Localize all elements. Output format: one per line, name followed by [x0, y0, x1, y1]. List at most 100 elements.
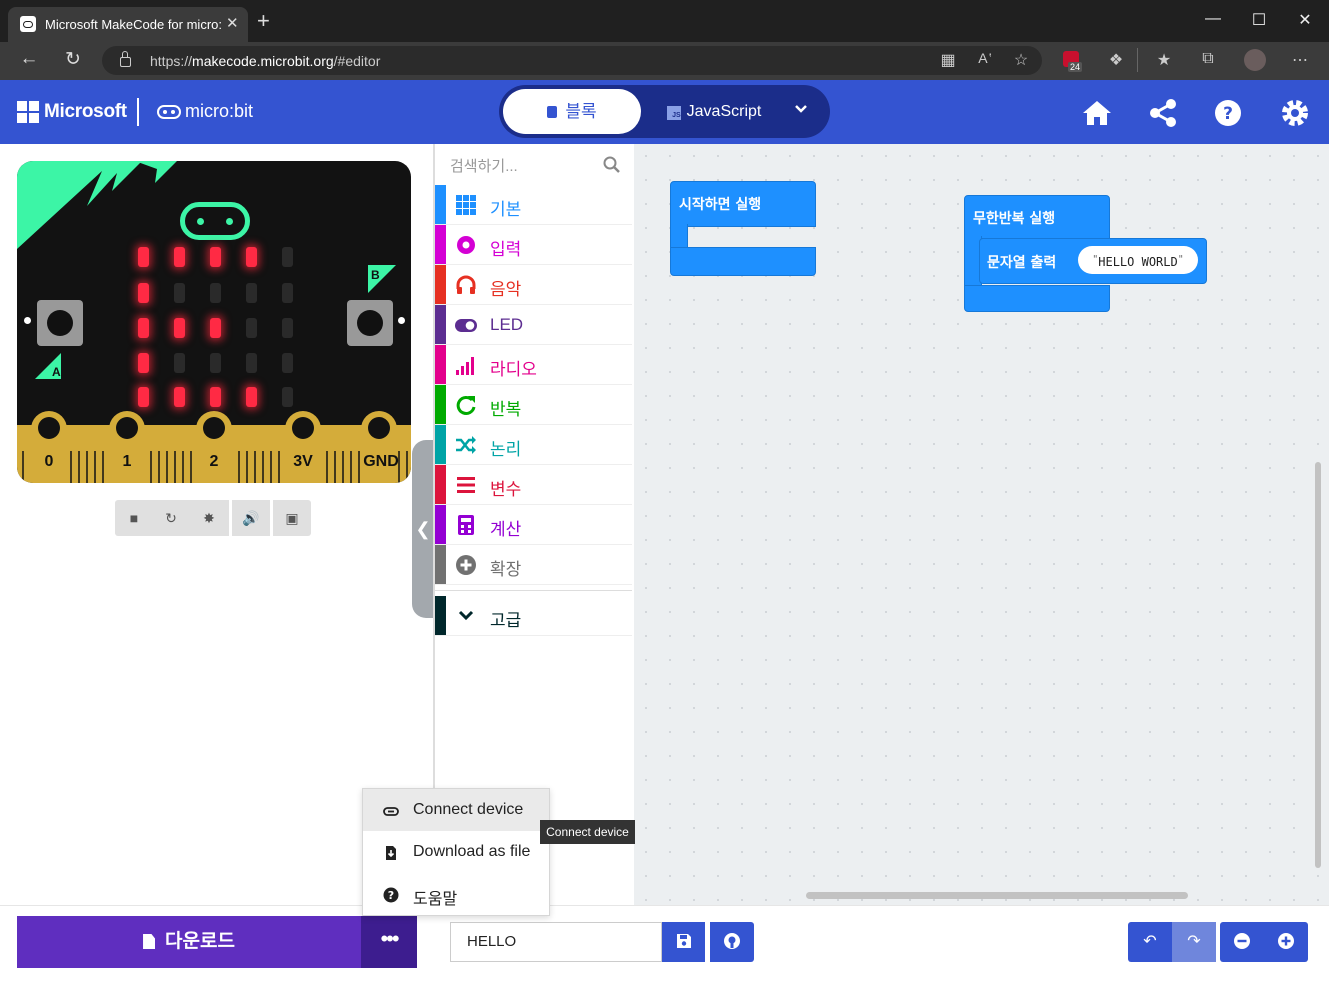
home-icon[interactable]	[1079, 95, 1115, 131]
category-label: 확장	[490, 560, 522, 579]
category-item[interactable]: 라디오	[435, 345, 632, 385]
pin-2[interactable]	[196, 411, 232, 459]
collapse-simulator-chevron-icon[interactable]: ❮	[412, 440, 434, 618]
favorites-icon[interactable]: ★	[1152, 50, 1176, 70]
forever-block[interactable]: 무한반복 실행	[964, 195, 1110, 239]
window-minimize-button[interactable]: —	[1193, 10, 1233, 28]
collections-icon[interactable]: ⧉	[1196, 50, 1220, 68]
on-start-block[interactable]: 시작하면 실행	[670, 181, 816, 227]
microbit-brand[interactable]: micro:bit	[185, 101, 253, 122]
download-button[interactable]: 다운로드	[17, 916, 361, 968]
blocks-tab-button[interactable]: 블록	[503, 89, 641, 134]
led-pixel	[138, 318, 149, 338]
led-pixel	[174, 283, 185, 303]
toolbox-search[interactable]: 검색하기...	[435, 144, 632, 184]
question-circle-icon: ?	[383, 887, 399, 903]
workspace-vertical-scrollbar[interactable]	[1315, 462, 1321, 868]
led-pixel	[210, 353, 221, 373]
pin-1[interactable]	[109, 411, 145, 459]
block-label: 시작하면 실행	[679, 197, 762, 213]
menu-item-connect-device[interactable]: Connect device	[363, 789, 549, 831]
category-label: 계산	[490, 520, 522, 539]
browser-tab[interactable]: Microsoft MakeCode for micro:bit ✕	[8, 7, 248, 42]
search-input[interactable]: 검색하기...	[450, 155, 518, 176]
mute-speaker-icon[interactable]: 🔊	[232, 500, 270, 536]
microbit-face-logo-icon	[180, 202, 250, 240]
profile-avatar[interactable]	[1244, 49, 1266, 71]
pin-gnd[interactable]	[361, 411, 397, 459]
github-icon[interactable]	[710, 922, 754, 962]
settings-gear-icon[interactable]	[1277, 95, 1313, 131]
block-label: 문자열 출력	[987, 255, 1057, 271]
fullscreen-icon[interactable]: ▣	[273, 500, 311, 536]
category-item[interactable]: 기본	[435, 185, 632, 225]
pin-label: 2	[209, 453, 219, 470]
button-a[interactable]	[37, 300, 83, 346]
workspace-horizontal-scrollbar[interactable]	[806, 892, 1188, 899]
led-pixel	[282, 247, 293, 267]
category-color-bar	[435, 596, 446, 635]
new-tab-button[interactable]: +	[257, 10, 270, 32]
string-value-input[interactable]: "HELLO WORLD"	[1078, 246, 1198, 274]
on-start-block-spine	[670, 224, 688, 248]
button-b-label-badge: B	[368, 265, 396, 293]
read-aloud-icon[interactable]: A ‛	[973, 50, 997, 66]
extension-badge: 24	[1068, 62, 1083, 72]
window-maximize-button[interactable]: ☐	[1239, 10, 1279, 30]
download-file-icon	[143, 934, 156, 949]
microbit-simulator-board[interactable]: A B 0 1 2 3V GND	[17, 161, 411, 483]
microsoft-brand[interactable]: Microsoft	[44, 101, 127, 123]
category-item[interactable]: 음악	[435, 265, 632, 305]
category-item[interactable]: 반복	[435, 385, 632, 425]
toggle-icon	[455, 314, 477, 336]
tab-title: Microsoft MakeCode for micro:bit	[45, 17, 221, 32]
editor-dropdown-chevron-icon[interactable]	[786, 100, 816, 124]
category-item[interactable]: 논리	[435, 425, 632, 465]
app-available-icon[interactable]: ▦	[936, 50, 960, 70]
undo-icon[interactable]: ↶	[1128, 922, 1172, 962]
category-item[interactable]: 계산	[435, 505, 632, 545]
toolbar-divider	[1137, 48, 1138, 72]
tab-close-icon[interactable]: ✕	[226, 14, 239, 32]
help-icon[interactable]: ?	[1210, 95, 1246, 131]
input-icon	[455, 234, 477, 256]
pin-3v[interactable]	[285, 411, 321, 459]
save-icon[interactable]	[662, 922, 705, 962]
window-close-button[interactable]: ✕	[1285, 10, 1325, 30]
category-item[interactable]: LED	[435, 305, 632, 345]
lock-icon	[120, 51, 131, 67]
category-color-bar	[435, 305, 446, 344]
back-arrow-icon[interactable]: ←	[15, 48, 43, 70]
redo-icon[interactable]: ↷	[1172, 922, 1216, 962]
button-b[interactable]	[347, 300, 393, 346]
led-pixel	[138, 353, 149, 373]
restart-icon[interactable]: ↻	[160, 500, 182, 536]
debug-bug-icon[interactable]: ✸	[198, 500, 220, 536]
share-icon[interactable]	[1145, 95, 1181, 131]
menu-item-help[interactable]: ? 도움말	[363, 873, 549, 915]
stop-icon[interactable]: ■	[123, 500, 145, 536]
block-label: 무한반복 실행	[973, 211, 1056, 227]
favorite-add-icon[interactable]: ☆	[1009, 50, 1033, 70]
zoom-in-icon[interactable]	[1264, 922, 1308, 962]
pin-0[interactable]	[31, 411, 67, 459]
category-item[interactable]: 입력	[435, 225, 632, 265]
reload-icon[interactable]: ↻	[59, 48, 87, 71]
category-label: 라디오	[490, 360, 537, 379]
category-advanced[interactable]: 고급	[435, 596, 632, 636]
category-color-bar	[435, 385, 446, 424]
category-item[interactable]: 확장	[435, 545, 632, 585]
menu-item-download-as-file[interactable]: Download as file	[363, 831, 549, 873]
menu-item-label: Connect device	[413, 801, 524, 818]
led-pixel	[138, 387, 149, 407]
zoom-out-icon[interactable]	[1220, 922, 1264, 962]
forever-block-footer	[964, 285, 1110, 312]
category-item[interactable]: 변수	[435, 465, 632, 505]
download-more-options-button[interactable]: •••	[361, 916, 417, 968]
led-pixel	[246, 318, 257, 338]
settings-more-icon[interactable]: ⋯	[1288, 50, 1312, 70]
address-bar[interactable]: https://makecode.microbit.org/#editor	[102, 46, 1042, 75]
project-name-input[interactable]: HELLO	[450, 922, 662, 962]
javascript-tab-button[interactable]: JS JavaScript	[646, 89, 782, 134]
extensions-puzzle-icon[interactable]: ❖	[1104, 50, 1128, 70]
